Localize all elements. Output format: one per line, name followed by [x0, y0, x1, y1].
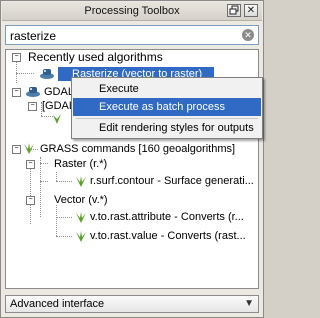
- grass-icon: [22, 142, 36, 155]
- collapse-gdal-sub-toggle[interactable]: −: [28, 102, 37, 111]
- tree-line: [16, 61, 17, 83]
- menu-item-execute-batch[interactable]: Execute as batch process: [73, 98, 261, 116]
- panel-title: Processing Toolbox: [84, 5, 180, 17]
- menu-item-edit-rendering-styles[interactable]: Edit rendering styles for outputs: [73, 119, 261, 137]
- tree-line: [56, 181, 72, 182]
- tree-line: [40, 157, 41, 217]
- float-icon: [229, 5, 239, 15]
- gdal-algorithm-icon: [50, 112, 64, 125]
- interface-mode-select[interactable]: Advanced interface ▼: [5, 295, 259, 313]
- clear-search-icon[interactable]: ✕: [242, 29, 254, 41]
- collapse-vector-toggle[interactable]: −: [26, 196, 35, 205]
- tree-line: [56, 172, 57, 181]
- close-icon: ✕: [246, 5, 256, 16]
- grass-algorithm-icon: [74, 175, 88, 188]
- processing-toolbox-panel: Processing Toolbox ✕ rasterize ✕ − Recen…: [0, 0, 264, 318]
- search-input[interactable]: rasterize ✕: [5, 25, 259, 45]
- tree-item-v-to-rast-attribute[interactable]: v.to.rast.attribute - Converts (r...: [90, 210, 244, 224]
- tree-line: [56, 236, 72, 237]
- tree-group-grass[interactable]: GRASS commands [160 geoalgorithms]: [40, 142, 235, 156]
- grass-algorithm-icon: [74, 230, 88, 243]
- interface-mode-value: Advanced interface: [10, 298, 105, 310]
- tree-line: [16, 73, 34, 74]
- grass-algorithm-icon: [74, 211, 88, 224]
- search-value: rasterize: [10, 29, 57, 43]
- context-menu: Execute Execute as batch process Edit re…: [71, 77, 263, 139]
- tree-group-raster[interactable]: Raster (r.*): [54, 157, 107, 171]
- tree-line: [40, 163, 48, 164]
- title-bar[interactable]: Processing Toolbox ✕: [2, 2, 262, 21]
- tree-line: [40, 181, 48, 182]
- collapse-gdal-toggle[interactable]: −: [12, 88, 21, 97]
- tree-line: [56, 205, 57, 236]
- collapse-raster-toggle[interactable]: −: [26, 160, 35, 169]
- float-button[interactable]: [227, 4, 241, 17]
- tree-line: [56, 217, 72, 218]
- tree-item-v-to-rast-value[interactable]: v.to.rast.value - Converts (rast...: [90, 229, 246, 243]
- tree-group-gdal[interactable]: GDAL: [44, 85, 74, 99]
- close-button[interactable]: ✕: [244, 4, 258, 17]
- tree-item-r-surf-contour[interactable]: r.surf.contour - Surface generati...: [90, 174, 254, 188]
- gdal-icon: [24, 85, 42, 98]
- gdal-icon: [38, 67, 56, 80]
- menu-item-execute[interactable]: Execute: [73, 80, 261, 98]
- collapse-recent-toggle[interactable]: −: [12, 53, 21, 62]
- tree-group-recent[interactable]: Recently used algorithms: [28, 50, 163, 64]
- collapse-grass-toggle[interactable]: −: [12, 145, 21, 154]
- tree-group-vector[interactable]: Vector (v.*): [54, 193, 108, 207]
- chevron-down-icon: ▼: [244, 298, 254, 309]
